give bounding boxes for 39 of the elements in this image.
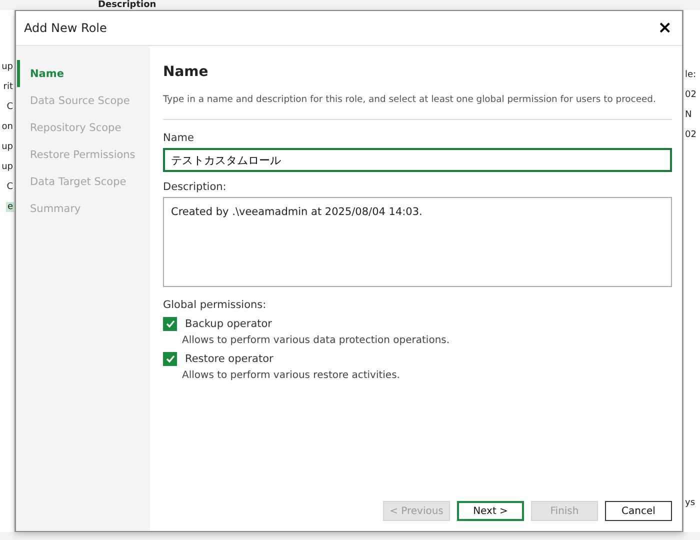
checkbox[interactable]	[163, 352, 177, 366]
checkmark-icon	[166, 355, 174, 363]
checkbox-label: Restore operator	[185, 353, 274, 365]
wizard-step[interactable]: Name	[17, 60, 150, 87]
wizard-step[interactable]: Summary	[17, 195, 150, 222]
permission-description: Allows to perform various restore activities.	[181, 370, 401, 381]
wizard-button[interactable]: Next >	[457, 501, 524, 521]
list-item-fragment: C	[6, 102, 14, 112]
section-label: Global permissions:	[163, 299, 268, 311]
list-item-fragment: up	[0, 62, 14, 72]
list-item-fragment: rit	[2, 82, 14, 92]
list-item-fragment: C	[6, 182, 14, 192]
wizard-button[interactable]: Cancel	[605, 501, 672, 521]
column-header: Description	[98, 1, 156, 10]
permission-description: Allows to perform various data protection operations.	[181, 335, 451, 346]
table-cell-fragment: N	[684, 110, 693, 120]
list-item-fragment: up	[0, 142, 14, 152]
description-input-field[interactable]: Created by .\veeamadmin at 2025/08/04 14:03.	[163, 197, 672, 287]
checkbox-label: Backup operator	[185, 318, 272, 330]
table-cell-fragment: 02	[684, 130, 698, 140]
wizard-step[interactable]: Data Target Scope	[17, 168, 150, 195]
name-input-field[interactable]: テストカスタムロール	[163, 148, 672, 172]
list-item-fragment: on	[0, 122, 14, 132]
checkmark-icon	[166, 320, 174, 328]
instruction-text: Type in a name and description for this role, and select at least one global permission for users to proceed.	[163, 94, 657, 105]
checkbox[interactable]	[163, 317, 177, 331]
field-label: Description:	[163, 181, 228, 193]
field-label: Name	[163, 132, 195, 144]
close-button[interactable]: ×	[658, 18, 672, 38]
list-item-fragment: up	[0, 162, 14, 172]
list-item-fragment: e	[6, 202, 14, 212]
window-title: Add New Role	[24, 21, 107, 35]
table-cell-fragment: 02	[684, 90, 698, 100]
wizard-step[interactable]: Restore Permissions	[17, 141, 150, 168]
wizard-step[interactable]: Data Source Scope	[17, 87, 150, 114]
table-cell-fragment: ys	[684, 498, 696, 508]
wizard-step[interactable]: Repository Scope	[17, 114, 150, 141]
table-cell-fragment: le:	[684, 70, 698, 80]
page-heading: Name	[163, 64, 210, 80]
